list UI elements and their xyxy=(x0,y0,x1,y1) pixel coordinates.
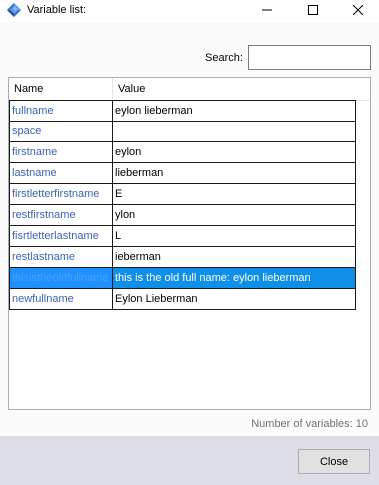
variable-name-cell[interactable]: newfullname xyxy=(9,289,113,310)
minimize-icon xyxy=(262,9,272,11)
maximize-button[interactable] xyxy=(290,0,336,20)
variable-value-cell[interactable]: Eylon Lieberman xyxy=(113,289,356,310)
variable-value-cell[interactable] xyxy=(113,121,356,142)
minimize-button[interactable] xyxy=(244,0,290,20)
column-header-value[interactable]: Value xyxy=(113,78,355,100)
variable-name-cell[interactable]: thisistheoldfullname xyxy=(9,268,113,289)
app-diamond-icon xyxy=(7,3,21,17)
close-icon xyxy=(353,5,363,15)
table-row[interactable]: firstname eylon xyxy=(9,142,356,163)
table-row[interactable]: newfullname Eylon Lieberman xyxy=(9,289,356,310)
title-bar[interactable]: Variable list: xyxy=(0,0,379,22)
variable-value-cell[interactable]: ieberman xyxy=(113,247,356,268)
variable-name-cell[interactable]: firstletterfirstname xyxy=(9,184,113,205)
variable-value-cell[interactable]: lieberman xyxy=(113,163,356,184)
variable-name-cell[interactable]: lastname xyxy=(9,163,113,184)
variable-name-cell[interactable]: fisrtletterlastname xyxy=(9,226,113,247)
window-title: Variable list: xyxy=(27,4,87,16)
table-row[interactable]: fisrtletterlastname L xyxy=(9,226,356,247)
variable-value-cell[interactable]: this is the old full name: eylon lieberm… xyxy=(113,268,356,289)
variable-value-cell[interactable]: eylon xyxy=(113,142,356,163)
variable-list-dialog: Variable list: Search: Name Value fullna… xyxy=(0,0,379,485)
variable-value-cell[interactable]: eylon lieberman xyxy=(113,100,356,122)
table-row[interactable]: restfirstname ylon xyxy=(9,205,356,226)
grid-rows: fullname eylon lieberman space firstname… xyxy=(9,100,356,310)
column-header-name[interactable]: Name xyxy=(9,78,113,100)
variable-value-cell[interactable]: E xyxy=(113,184,356,205)
search-label: Search: xyxy=(205,52,243,64)
table-row[interactable]: restlastname ieberman xyxy=(9,247,356,268)
variable-name-cell[interactable]: restlastname xyxy=(9,247,113,268)
table-row[interactable]: firstletterfirstname E xyxy=(9,184,356,205)
maximize-icon xyxy=(308,5,318,15)
variable-name-cell[interactable]: firstname xyxy=(9,142,113,163)
grid-header: Name Value xyxy=(9,78,370,101)
table-row[interactable]: space xyxy=(9,121,356,142)
variable-name-cell[interactable]: fullname xyxy=(9,100,113,122)
variable-name-cell[interactable]: restfirstname xyxy=(9,205,113,226)
table-row[interactable]: fullname eylon lieberman xyxy=(9,100,356,122)
table-row[interactable]: lastname lieberman xyxy=(9,163,356,184)
close-button[interactable]: Close xyxy=(298,449,370,474)
variable-name-cell[interactable]: space xyxy=(9,121,113,142)
table-row-selected[interactable]: thisistheoldfullname this is the old ful… xyxy=(9,268,356,289)
variable-count-label: Number of variables: 10 xyxy=(251,418,368,430)
variable-value-cell[interactable]: ylon xyxy=(113,205,356,226)
variables-grid[interactable]: Name Value fullname eylon lieberman spac… xyxy=(8,77,371,410)
close-window-button[interactable] xyxy=(335,0,379,20)
search-input[interactable] xyxy=(248,45,371,70)
variable-value-cell[interactable]: L xyxy=(113,226,356,247)
